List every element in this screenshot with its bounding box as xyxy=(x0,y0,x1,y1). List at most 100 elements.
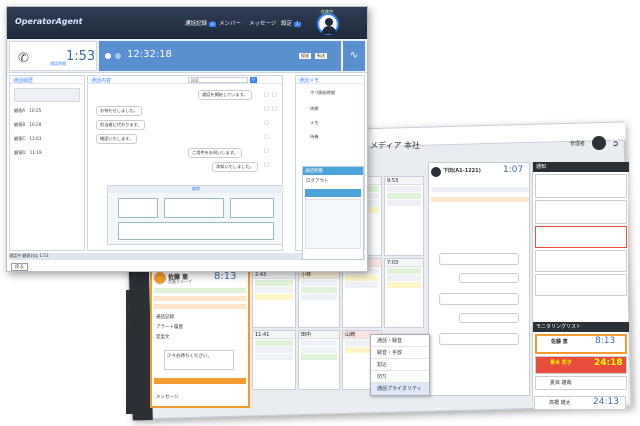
monitor-card[interactable]: 青木 花子 24:18 xyxy=(535,356,627,374)
search-input[interactable] xyxy=(188,77,248,83)
notification-card[interactable] xyxy=(535,250,627,272)
monitor-name: 佐藤 恵 xyxy=(551,339,568,345)
history-item[interactable]: 顧客C 11:03 xyxy=(14,136,41,142)
agent-menu-item[interactable]: 定型文 xyxy=(156,334,170,340)
history-time: 11:19 xyxy=(29,150,42,155)
history-item[interactable]: 顧客A 10:25 xyxy=(14,108,41,114)
desk-group[interactable] xyxy=(230,198,274,218)
copy-icon[interactable]: □ xyxy=(264,92,269,98)
nav-tab[interactable]: 通話記録 2 xyxy=(185,19,216,27)
gear-icon[interactable]: ⚙ xyxy=(126,325,148,332)
msg-bubble xyxy=(439,333,519,345)
chat-icon[interactable]: ✉ xyxy=(126,311,148,318)
nav-tab[interactable]: 設定 1 xyxy=(281,19,301,27)
status-timer-box: 12:32:18 保留 転送 xyxy=(99,41,341,71)
monitoring-list-header: モニタリングリスト xyxy=(533,322,629,332)
history-item[interactable]: 顧客D 11:19 xyxy=(14,150,42,156)
memo-item[interactable]: オペ開始時間 xyxy=(310,90,335,96)
status-dot xyxy=(115,53,121,59)
copy-icon[interactable]: □ xyxy=(272,106,277,112)
status-dot xyxy=(105,53,111,59)
chat-bubble: 担当者に代わります。 xyxy=(96,120,146,130)
transfer-button[interactable]: 転送 xyxy=(315,53,327,59)
agent-menu-item[interactable]: 通話記録 xyxy=(156,314,174,320)
panel-title: 通話メモ xyxy=(296,76,364,84)
agent-tile[interactable]: 7:03 xyxy=(384,258,424,328)
nav-tab[interactable]: メンバー xyxy=(219,19,241,27)
nav-badge: 2 xyxy=(209,22,216,27)
copy-icon[interactable]: □ xyxy=(264,148,269,154)
search-icon[interactable]: ⚲ xyxy=(250,77,257,83)
selected-agent-card[interactable]: 佐藤 恵 営業グループ 8:13 通話記録 アラート履歴 定型文 少々お待ちくだ… xyxy=(150,268,250,408)
copy-icon[interactable]: □ xyxy=(264,134,269,140)
nav-tab-label: メンバー xyxy=(219,21,242,27)
agent-tile[interactable]: 9:53 xyxy=(384,176,424,256)
agent-message-link[interactable]: メッセージ xyxy=(156,394,178,400)
monitor-name: 夏目 雄哉 xyxy=(550,380,572,386)
monitor-time: 8:13 xyxy=(595,336,616,346)
copy-icon[interactable]: □ xyxy=(272,92,277,98)
history-name: 顧客C xyxy=(14,136,26,141)
nav-tab[interactable]: メッセージ xyxy=(249,19,276,27)
chart-icon[interactable]: ▤ xyxy=(126,290,148,297)
call-timer-label: 通話時間 xyxy=(50,61,66,66)
notification-card[interactable] xyxy=(535,174,627,198)
logout-icon[interactable]: ➲ xyxy=(612,139,619,148)
desk-group[interactable] xyxy=(164,198,224,218)
user-avatar[interactable] xyxy=(317,13,339,35)
app-logo: OperatorAgent xyxy=(15,17,83,26)
context-menu-item[interactable]: 通話プライオリティ xyxy=(371,383,429,395)
desk-group[interactable] xyxy=(118,222,274,240)
nav-tab-label: 通話記録 xyxy=(185,21,208,27)
monitor-time: 24:18 xyxy=(594,358,623,368)
agent-tile[interactable]: 小林 xyxy=(298,270,340,328)
agent-menu-item[interactable]: アラート履歴 xyxy=(156,324,183,330)
agent-tile[interactable]: 田中 xyxy=(298,330,340,390)
context-menu-item[interactable]: 割込 xyxy=(371,359,429,371)
notification-card[interactable] xyxy=(535,200,627,224)
chat-bubble: 確認いたします。 xyxy=(96,134,138,144)
copy-icon[interactable]: □ xyxy=(264,106,269,112)
hold-button[interactable]: 保留 xyxy=(299,53,311,59)
agent-tile[interactable]: 2:43 xyxy=(252,270,296,328)
desk-group[interactable] xyxy=(118,198,158,218)
phone-icon[interactable]: ✆ xyxy=(18,51,29,66)
monitor-card[interactable]: 佐藤 恵 8:13 xyxy=(535,334,627,354)
waveform-icon[interactable]: ∿ xyxy=(343,41,365,71)
copy-icon[interactable]: □ xyxy=(264,120,269,126)
clipboard-icon[interactable]: ▦ xyxy=(126,318,148,325)
user-avatar[interactable] xyxy=(592,136,606,150)
memo-item[interactable]: メモ xyxy=(310,120,318,126)
agent-alert-row xyxy=(154,304,246,309)
active-call-row[interactable] xyxy=(14,88,80,102)
copy-icon[interactable]: □ xyxy=(264,162,269,168)
popup-link[interactable]: ログアウト xyxy=(303,175,363,187)
sliders-icon[interactable]: ≡ xyxy=(126,297,148,304)
history-item[interactable]: 顧客B 10:28 xyxy=(14,122,41,128)
bell-icon[interactable]: ♦ xyxy=(126,304,148,311)
monitor-card[interactable]: 夏目 雄哉 xyxy=(535,376,627,390)
memo-item[interactable]: 休憩 xyxy=(310,106,318,112)
monitor-card[interactable]: 高橋 雄太 24:13 xyxy=(534,396,626,410)
agent-tile[interactable]: 11:41 xyxy=(252,330,296,390)
popup-bar xyxy=(305,189,361,197)
monitor-name: 高橋 雄太 xyxy=(549,400,571,406)
notification-card[interactable] xyxy=(535,274,627,296)
screenshot-stage: ☰ ♨ ✉ ▦ ⚙ メディア 本社 管理者 ➲ ▤ ≡ ♦ ✉ ▦ ⚙ 2:43… xyxy=(0,0,640,426)
notification-card[interactable] xyxy=(535,226,627,248)
memo-item[interactable]: 待機 xyxy=(310,134,318,140)
msg-row xyxy=(431,197,529,202)
context-menu-item[interactable]: 切り xyxy=(371,371,429,383)
chat-bubble: 承知いたしました。 xyxy=(212,162,258,172)
popup-grid xyxy=(305,199,361,249)
back-button[interactable]: 戻る xyxy=(11,263,28,271)
contact-name: 下田(A1-1221) xyxy=(443,168,481,174)
msg-bubble xyxy=(459,273,519,283)
dashboard-left-nav: ▤ ≡ ♦ ✉ ▦ ⚙ xyxy=(126,290,148,414)
agent-timer: 8:13 xyxy=(214,271,237,282)
context-menu-item[interactable]: 通話・録音 xyxy=(371,335,429,347)
chat-bubble: ご用件をお伺いします。 xyxy=(188,148,242,158)
manager-name: 管理者 xyxy=(570,141,586,147)
context-menu-item[interactable]: 録音・手放 xyxy=(371,347,429,359)
msg-row xyxy=(431,187,529,192)
